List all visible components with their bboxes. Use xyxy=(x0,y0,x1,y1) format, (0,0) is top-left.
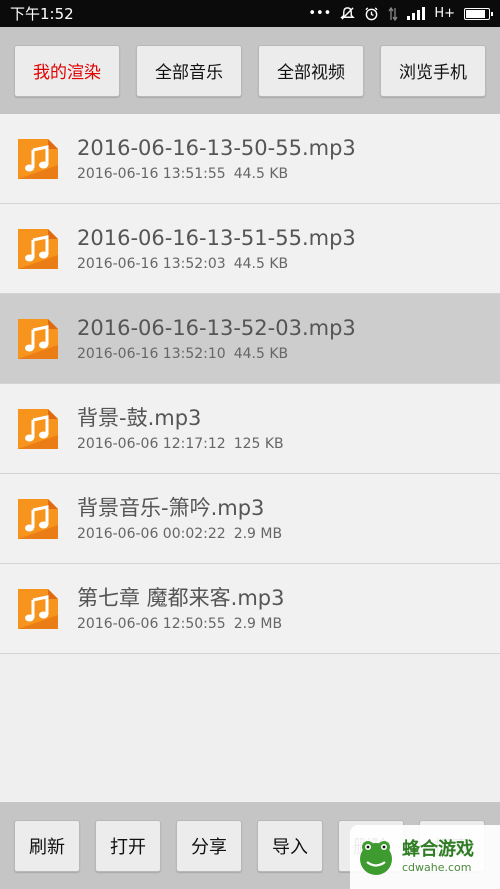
bottom-action-bar: 刷新 打开 分享 导入 删除 搜索 蜂合游戏 cdwahe.com xyxy=(0,802,500,889)
file-date: 2016-06-06 12:50:55 xyxy=(77,615,226,632)
file-date: 2016-06-06 00:02:22 xyxy=(77,525,226,542)
file-size: 125 KB xyxy=(233,435,284,452)
file-meta: 2016-06-16 13:52:03 44.5 KB xyxy=(77,254,356,274)
file-list-item[interactable]: 2016-06-16-13-51-55.mp3 2016-06-16 13:52:… xyxy=(0,204,500,294)
tab-my-renders[interactable]: 我的渲染 xyxy=(14,44,120,97)
watermark-title: 蜂合游戏 xyxy=(402,839,474,860)
mute-icon xyxy=(340,7,356,20)
open-button[interactable]: 打开 xyxy=(95,820,161,872)
tab-all-music[interactable]: 全部音乐 xyxy=(136,44,242,97)
file-meta: 2016-06-06 00:02:22 2.9 MB xyxy=(77,524,282,544)
file-list-item[interactable]: 第七章 魔都来客.mp3 2016-06-06 12:50:55 2.9 MB xyxy=(0,564,500,654)
music-file-icon xyxy=(18,408,58,449)
file-list-item[interactable]: 2016-06-16-13-52-03.mp3 2016-06-16 13:52:… xyxy=(0,294,500,384)
file-date: 2016-06-06 12:17:12 xyxy=(77,435,226,452)
file-size: 44.5 KB xyxy=(233,255,289,272)
signal-icon xyxy=(407,7,426,20)
file-text: 2016-06-16-13-51-55.mp3 2016-06-16 13:52:… xyxy=(77,224,356,274)
file-size: 44.5 KB xyxy=(233,345,289,362)
frog-logo-icon xyxy=(360,841,392,875)
tab-browse-phone[interactable]: 浏览手机 xyxy=(380,44,486,97)
file-date: 2016-06-16 13:52:03 xyxy=(77,255,226,272)
file-list: 2016-06-16-13-50-55.mp3 2016-06-16 13:51:… xyxy=(0,114,500,654)
file-name: 2016-06-16-13-51-55.mp3 xyxy=(77,225,356,250)
file-name: 背景音乐-箫吟.mp3 xyxy=(77,495,265,520)
music-file-icon xyxy=(18,588,58,629)
status-bar: 下午1:52 ••• H+ xyxy=(0,0,500,27)
file-text: 2016-06-16-13-52-03.mp3 2016-06-16 13:52:… xyxy=(77,314,356,364)
tab-all-videos[interactable]: 全部视频 xyxy=(258,44,364,97)
file-name: 2016-06-16-13-52-03.mp3 xyxy=(77,315,356,340)
watermark-url: cdwahe.com xyxy=(402,861,472,874)
watermark: 蜂合游戏 cdwahe.com xyxy=(350,825,500,889)
file-size: 44.5 KB xyxy=(233,165,289,182)
file-name: 背景-鼓.mp3 xyxy=(77,405,202,430)
file-list-item[interactable]: 背景音乐-箫吟.mp3 2016-06-06 00:02:22 2.9 MB xyxy=(0,474,500,564)
file-text: 背景音乐-箫吟.mp3 2016-06-06 00:02:22 2.9 MB xyxy=(77,494,282,544)
file-text: 背景-鼓.mp3 2016-06-06 12:17:12 125 KB xyxy=(77,404,284,454)
status-icons: ••• H+ xyxy=(308,6,493,21)
top-tab-bar: 我的渲染 全部音乐 全部视频 浏览手机 xyxy=(0,27,500,114)
refresh-button[interactable]: 刷新 xyxy=(14,820,80,872)
file-list-item[interactable]: 2016-06-16-13-50-55.mp3 2016-06-16 13:51:… xyxy=(0,114,500,204)
music-file-icon xyxy=(18,498,58,539)
import-button[interactable]: 导入 xyxy=(257,820,323,872)
share-button[interactable]: 分享 xyxy=(176,820,242,872)
alarm-icon xyxy=(365,7,378,21)
file-list-item[interactable]: 背景-鼓.mp3 2016-06-06 12:17:12 125 KB xyxy=(0,384,500,474)
file-text: 2016-06-16-13-50-55.mp3 2016-06-16 13:51:… xyxy=(77,134,356,184)
battery-icon xyxy=(464,7,493,20)
file-name: 2016-06-16-13-50-55.mp3 xyxy=(77,135,356,160)
status-time: 下午1:52 xyxy=(10,5,74,23)
music-file-icon xyxy=(18,138,58,179)
data-arrows-icon xyxy=(388,6,398,21)
music-file-icon xyxy=(18,318,58,359)
file-size: 2.9 MB xyxy=(233,525,283,542)
network-type: H+ xyxy=(434,6,455,21)
file-meta: 2016-06-06 12:17:12 125 KB xyxy=(77,434,284,454)
more-dots-icon: ••• xyxy=(308,6,332,21)
file-name: 第七章 魔都来客.mp3 xyxy=(77,585,285,610)
file-date: 2016-06-16 13:52:10 xyxy=(77,345,226,362)
file-text: 第七章 魔都来客.mp3 2016-06-06 12:50:55 2.9 MB xyxy=(77,584,285,634)
music-file-icon xyxy=(18,228,58,269)
file-date: 2016-06-16 13:51:55 xyxy=(77,165,226,182)
file-meta: 2016-06-16 13:51:55 44.5 KB xyxy=(77,164,356,184)
file-meta: 2016-06-16 13:52:10 44.5 KB xyxy=(77,344,356,364)
file-size: 2.9 MB xyxy=(233,615,283,632)
file-meta: 2016-06-06 12:50:55 2.9 MB xyxy=(77,614,285,634)
